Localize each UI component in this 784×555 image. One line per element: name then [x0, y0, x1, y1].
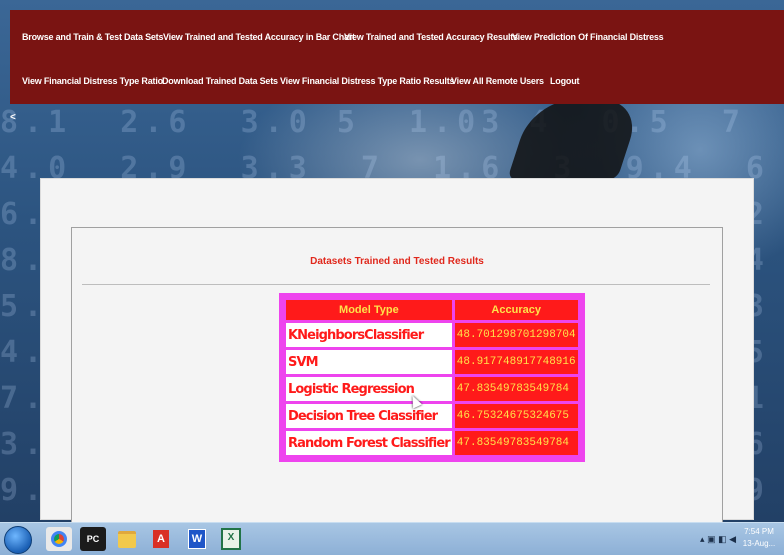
accuracy-cell: 48.917748917748916: [454, 350, 578, 374]
system-tray-icons[interactable]: ▴ ▣ ◧ ◀: [700, 534, 736, 545]
word-icon-label: W: [188, 529, 206, 549]
panel-title: Datasets Trained and Tested Results: [310, 256, 484, 267]
model-name-cell: SVM: [286, 350, 452, 374]
nav-accuracy-bar-chart[interactable]: View Trained and Tested Accuracy in Bar …: [163, 32, 355, 42]
nav-logout[interactable]: Logout: [550, 76, 579, 86]
nav-download-trained-datasets[interactable]: Download Trained Data Sets: [162, 76, 278, 86]
nav-prediction-financial-distress[interactable]: View Prediction Of Financial Distress: [512, 32, 664, 42]
windows-taskbar: PC A W X ▴ ▣ ◧ ◀ 7:54 PM 13-Aug...: [0, 522, 784, 555]
nav-accuracy-results[interactable]: View Trained and Tested Accuracy Results: [344, 32, 518, 42]
model-name-cell: Random Forest Classifier: [286, 431, 452, 455]
clock-date: 13-Aug...: [742, 539, 776, 548]
nav-remote-users[interactable]: View All Remote Users: [451, 76, 544, 86]
header-accuracy: Accuracy: [454, 300, 578, 320]
pdf-icon[interactable]: A: [148, 527, 174, 551]
chrome-icon[interactable]: [46, 527, 72, 551]
table-row: Random Forest Classifier 47.835497835497…: [286, 431, 578, 455]
pdf-icon-label: A: [153, 530, 169, 548]
word-icon[interactable]: W: [184, 527, 210, 551]
nav-distress-type-ratio-results[interactable]: View Financial Distress Type Ratio Resul…: [280, 76, 455, 86]
results-table: Model Type Accuracy KNeighborsClassifier…: [279, 293, 585, 462]
table-row: Logistic Regression 47.83549783549784: [286, 377, 578, 401]
model-name-cell: KNeighborsClassifier: [286, 323, 452, 347]
accuracy-cell: 48.701298701298704: [454, 323, 578, 347]
accuracy-cell: 47.83549783549784: [454, 377, 578, 401]
nav-browse-train-test[interactable]: Browse and Train & Test Data Sets: [22, 32, 163, 42]
top-navigation-bar: Browse and Train & Test Data Sets View T…: [10, 10, 784, 104]
pycharm-icon-label: PC: [86, 534, 100, 544]
results-panel: Datasets Trained and Tested Results Mode…: [71, 227, 723, 529]
model-name-cell: Logistic Regression: [286, 377, 452, 401]
main-content-area: Datasets Trained and Tested Results Mode…: [40, 178, 754, 529]
back-arrow-icon[interactable]: <: [10, 112, 16, 123]
folder-icon[interactable]: [114, 527, 140, 551]
table-row: SVM 48.917748917748916: [286, 350, 578, 374]
excel-icon-label: X: [221, 528, 241, 550]
panel-divider: [82, 284, 710, 285]
nav-distress-type-ratio[interactable]: View Financial Distress Type Ratio: [22, 76, 163, 86]
accuracy-cell: 47.83549783549784: [454, 431, 578, 455]
model-name-cell: Decision Tree Classifier: [286, 404, 452, 428]
accuracy-cell: 46.75324675324675: [454, 404, 578, 428]
excel-icon[interactable]: X: [218, 527, 244, 551]
table-row: Decision Tree Classifier 46.753246753246…: [286, 404, 578, 428]
taskbar-clock[interactable]: 7:54 PM 13-Aug...: [738, 526, 780, 550]
header-model-type: Model Type: [286, 300, 452, 320]
start-button[interactable]: [4, 526, 32, 554]
table-header-row: Model Type Accuracy: [286, 300, 578, 320]
clock-time: 7:54 PM: [744, 527, 774, 536]
pycharm-icon[interactable]: PC: [80, 527, 106, 551]
table-row: KNeighborsClassifier 48.701298701298704: [286, 323, 578, 347]
